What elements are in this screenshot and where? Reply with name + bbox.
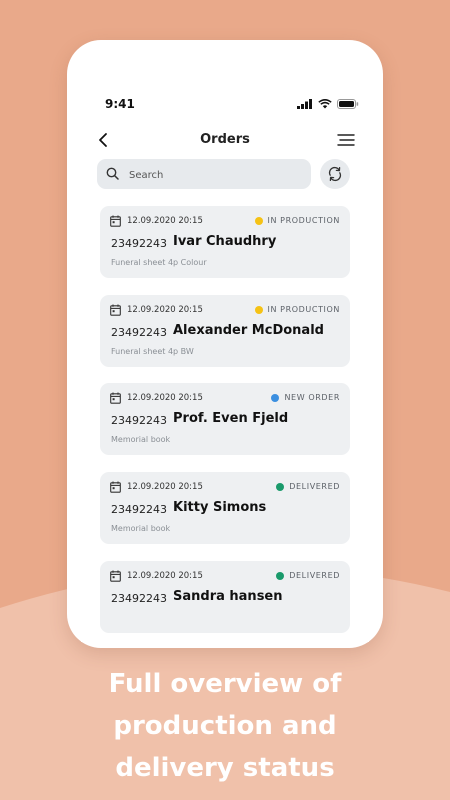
order-card[interactable]: 12.09.2020 20:15 NEW ORDER 23492243 Prof… (100, 383, 350, 455)
order-number: 23492243 (111, 326, 167, 339)
status-label: NEW ORDER (284, 393, 340, 402)
customer-name: Ivar Chaudhry (173, 234, 277, 249)
customer-name: Alexander McDonald (173, 323, 324, 338)
status-label: DELIVERED (289, 482, 340, 491)
order-date: 12.09.2020 20:15 (127, 571, 203, 581)
order-card[interactable]: 12.09.2020 20:15 DELIVERED 23492243 Kitt… (100, 472, 350, 544)
caption-line: production and (113, 711, 337, 741)
order-card[interactable]: 12.09.2020 20:15 IN PRODUCTION 23492243 … (100, 206, 350, 278)
order-number: 23492243 (111, 414, 167, 427)
order-status: DELIVERED (276, 482, 340, 491)
refresh-button[interactable] (320, 159, 350, 189)
promo-caption: Full overview of production and delivery… (0, 663, 450, 789)
product-name: Funeral sheet 4p BW (111, 347, 194, 356)
status-icons (297, 99, 359, 109)
status-label: IN PRODUCTION (267, 216, 340, 225)
order-status: DELIVERED (276, 571, 340, 580)
app-screen: 9:41 Orders Search 12.09.2020 20:15 IN P… (81, 90, 369, 642)
caption-line: Full overview of (108, 669, 342, 699)
wifi-icon (318, 99, 332, 109)
order-date: 12.09.2020 20:15 (127, 305, 203, 315)
order-status: NEW ORDER (271, 393, 340, 402)
customer-name: Kitty Simons (173, 500, 267, 515)
nav-bar: Orders (81, 126, 369, 156)
calendar-icon (110, 215, 121, 227)
refresh-icon (328, 166, 342, 182)
status-dot (271, 393, 280, 402)
order-number: 23492243 (111, 592, 167, 605)
status-dot (276, 482, 285, 491)
order-date: 12.09.2020 20:15 (127, 216, 203, 226)
caption-line: delivery status (115, 753, 335, 783)
status-label: IN PRODUCTION (267, 305, 340, 314)
order-card[interactable]: 12.09.2020 20:15 DELIVERED 23492243 Sand… (100, 561, 350, 633)
calendar-icon (110, 481, 121, 493)
menu-icon[interactable] (337, 132, 355, 148)
calendar-icon (110, 392, 121, 404)
order-status: IN PRODUCTION (254, 305, 341, 314)
calendar-icon (110, 570, 121, 582)
order-date: 12.09.2020 20:15 (127, 482, 203, 492)
status-dot (254, 216, 263, 225)
order-number: 23492243 (111, 237, 167, 250)
status-time: 9:41 (105, 97, 135, 111)
status-dot (276, 571, 285, 580)
product-name: Memorial book (111, 435, 171, 444)
customer-name: Prof. Even Fjeld (173, 411, 289, 426)
search-input[interactable] (127, 159, 307, 191)
product-name: Funeral sheet 4p Colour (111, 258, 207, 267)
status-dot (254, 305, 263, 314)
page-title: Orders (200, 132, 250, 147)
calendar-icon (110, 304, 121, 316)
search-icon (106, 167, 119, 180)
search-box (97, 159, 311, 191)
status-label: DELIVERED (289, 571, 340, 580)
customer-name: Sandra hansen (173, 589, 283, 604)
order-date: 12.09.2020 20:15 (127, 393, 203, 403)
phone-frame: 9:41 Orders Search 12.09.2020 20:15 IN P… (67, 40, 383, 648)
signal-icon (297, 99, 312, 109)
order-status: IN PRODUCTION (254, 216, 341, 225)
status-bar: 9:41 (81, 90, 369, 120)
product-name: Memorial book (111, 524, 171, 533)
order-number: 23492243 (111, 503, 167, 516)
order-card[interactable]: 12.09.2020 20:15 IN PRODUCTION 23492243 … (100, 295, 350, 367)
battery-icon (337, 99, 359, 109)
